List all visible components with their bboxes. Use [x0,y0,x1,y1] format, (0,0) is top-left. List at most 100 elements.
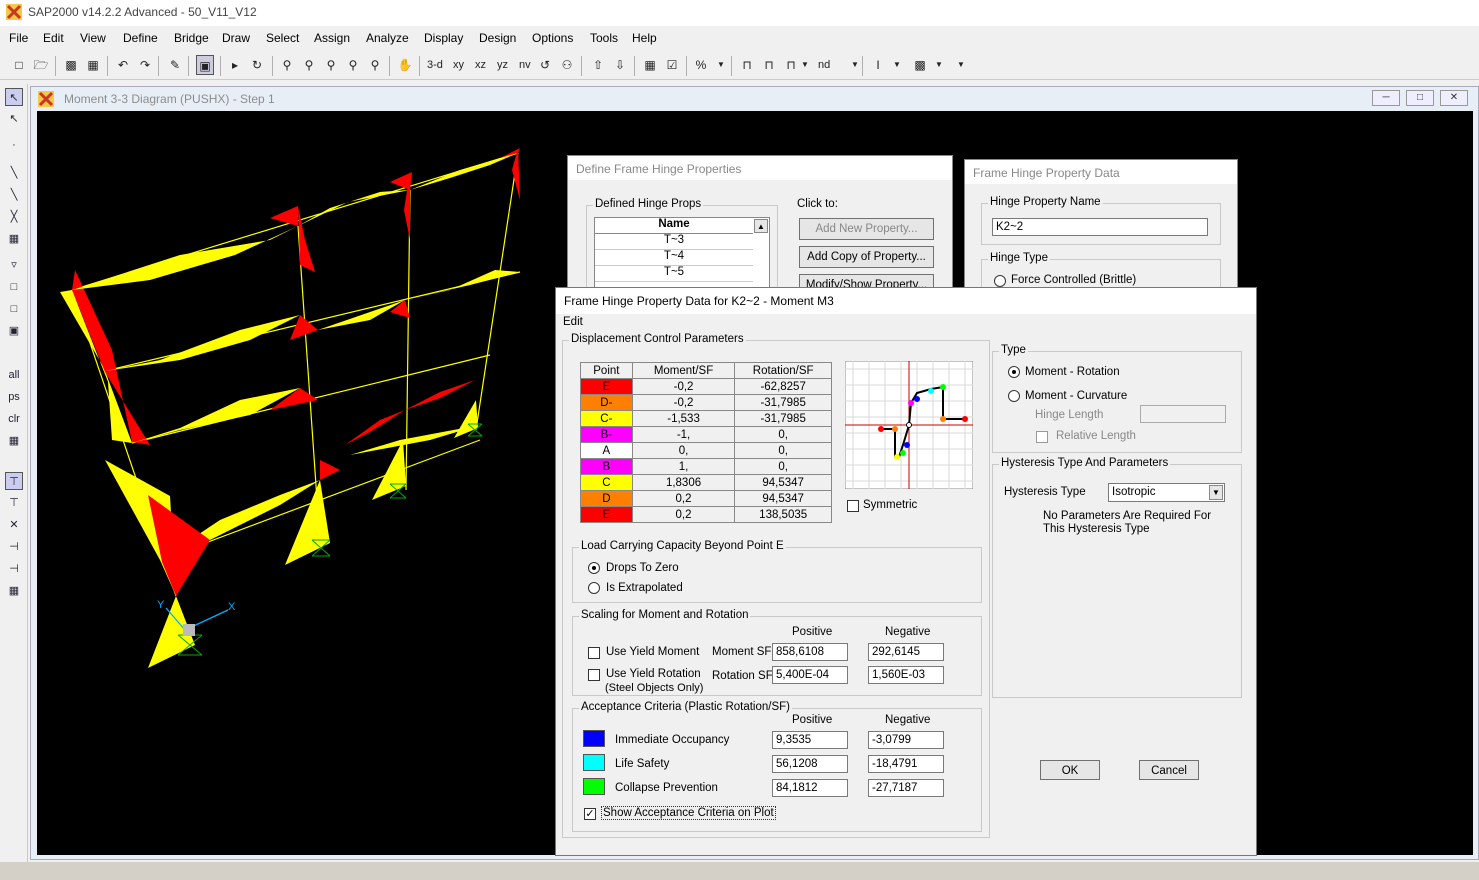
previous-select-icon[interactable]: ps [5,388,23,406]
rotation-cell[interactable]: -31,7985 [734,410,832,427]
rotation-cell[interactable]: 138,5035 [734,506,832,523]
points-table[interactable]: Point Moment/SF Rotation/SF E -0,2 -62,825… [580,362,832,523]
clear-select-icon[interactable]: clr [5,410,23,428]
table-row[interactable]: C- -1,533 -31,7985 [580,410,832,427]
draw-poly-area-icon[interactable]: ▿ [5,256,23,274]
undo-icon[interactable]: ↶ [114,55,132,75]
dropdown-icon[interactable]: ▼ [796,55,814,75]
moment-cell[interactable]: -0,2 [631,378,736,395]
list-item[interactable]: T~4 [595,250,753,266]
intersect-select-icon[interactable]: ▦ [5,432,23,450]
dropdown-icon[interactable]: ▼ [930,55,948,75]
relative-length-checkbox[interactable] [1036,431,1048,443]
moment-cell[interactable]: 1, [631,458,736,475]
moment-curvature-radio[interactable] [1008,390,1020,402]
pointer-icon[interactable]: ↖ [5,88,23,106]
move-down-icon[interactable]: ⇩ [611,55,629,75]
moment-rotation-radio[interactable] [1008,366,1020,378]
rotation-sf-positive-input[interactable]: 5,400E-04 [772,666,848,684]
moment-cell[interactable]: 0, [631,442,736,459]
minimize-icon[interactable]: ─ [1372,90,1400,106]
draw-solid-icon[interactable]: ▣ [5,322,23,340]
snap-joints-icon[interactable]: ⊤ [5,472,23,490]
view-nv-button[interactable]: nv [519,55,531,75]
lock-icon[interactable]: ▣ [196,55,214,75]
zoom-window-icon[interactable]: ⚲ [278,55,296,75]
view-nd-button[interactable]: nd [818,55,830,75]
view-3d-button[interactable]: 3-d [427,55,443,75]
table-row[interactable]: E -0,2 -62,8257 [580,378,832,395]
rotate-3d-icon[interactable]: ↻ [248,55,266,75]
table-row[interactable]: B- -1, 0, [580,426,832,443]
table-row[interactable]: A 0, 0, [580,442,832,459]
point-icon[interactable]: · [5,136,23,154]
menu-display[interactable]: Display [424,31,463,45]
show-acceptance-checkbox[interactable]: ✓ [584,808,596,820]
pan-icon[interactable]: ✋ [396,55,414,75]
percent-icon[interactable]: % [692,55,710,75]
pencil-icon[interactable]: ✎ [166,55,184,75]
chevron-down-icon[interactable]: ▼ [1209,485,1223,500]
dropdown-icon[interactable]: ▼ [712,55,730,75]
rotation-cell[interactable]: 94,5347 [734,490,832,507]
menu-edit[interactable]: Edit [43,31,64,45]
checkbox-icon[interactable]: ☑ [663,55,681,75]
immediate-occupancy-color-swatch[interactable] [583,730,605,747]
draw-rect-area-icon[interactable]: □ [5,278,23,296]
menu-select[interactable]: Select [266,31,299,45]
view-xy-button[interactable]: xy [453,55,464,75]
draw-line-icon[interactable]: ╲ [5,186,23,204]
display-options-icon[interactable]: ▩ [911,55,929,75]
immediate-occupancy-positive-input[interactable]: 9,3535 [772,731,848,749]
rotation-cell[interactable]: 94,5347 [734,474,832,491]
rotation-cell[interactable]: 0, [734,426,832,443]
rotate-view-icon[interactable]: ↺ [536,55,554,75]
new-file-icon[interactable]: □ [10,55,28,75]
rotation-cell[interactable]: -31,7985 [734,394,832,411]
list-item[interactable]: T~5 [595,266,753,282]
print-icon[interactable]: ▦ [84,55,102,75]
collapse-prevention-negative-input[interactable]: -27,7187 [868,779,944,797]
moment-cell[interactable]: 1,8306 [631,474,736,491]
snap-grid-icon[interactable]: ▦ [5,582,23,600]
immediate-occupancy-negative-input[interactable]: -3,0799 [868,731,944,749]
menu-define[interactable]: Define [123,31,158,45]
draw-grid-icon[interactable]: ▦ [5,230,23,248]
hysteresis-type-select[interactable]: Isotropic ▼ [1108,483,1225,502]
dropdown-icon[interactable]: ▼ [888,55,906,75]
moment-cell[interactable]: 0,2 [631,506,736,523]
menu-view[interactable]: View [80,31,106,45]
moment-cell[interactable]: -1, [631,426,736,443]
moment-cell[interactable]: -1,533 [631,410,736,427]
ok-button[interactable]: OK [1040,760,1100,780]
table-row[interactable]: E 0,2 138,5035 [580,506,832,523]
snap-perpendicular-icon[interactable]: ⊣ [5,538,23,556]
menu-help[interactable]: Help [632,31,657,45]
grid-select-icon[interactable]: ▦ [641,55,659,75]
scroll-up-icon[interactable]: ▲ [754,219,768,233]
close-icon[interactable]: ✕ [1440,90,1468,106]
moment-sf-negative-input[interactable]: 292,6145 [868,643,944,661]
reshape-icon[interactable]: ↖ [5,110,23,128]
draw-brace-icon[interactable]: ╳ [5,208,23,226]
rotation-cell[interactable]: 0, [734,442,832,459]
hinge-name-input[interactable]: K2~2 [992,218,1208,236]
use-yield-rotation-checkbox[interactable] [588,669,600,681]
moment-sf-positive-input[interactable]: 858,6108 [772,643,848,661]
menu-assign[interactable]: Assign [314,31,350,45]
table-row[interactable]: D- -0,2 -31,7985 [580,394,832,411]
menu-tools[interactable]: Tools [590,31,618,45]
menu-options[interactable]: Options [532,31,573,45]
select-all-icon[interactable]: all [5,366,23,384]
quick-area-icon[interactable]: □ [5,300,23,318]
snap-intersection-icon[interactable]: ✕ [5,516,23,534]
moment-cell[interactable]: 0,2 [631,490,736,507]
collapse-prevention-color-swatch[interactable] [583,778,605,795]
frame-icon[interactable]: ⊓ [738,55,756,75]
symmetric-checkbox[interactable] [847,500,859,512]
maximize-icon[interactable]: □ [1406,90,1434,106]
zoom-restore-icon[interactable]: ⚲ [300,55,318,75]
section-icon[interactable]: I [869,55,887,75]
snap-line-icon[interactable]: ⊣ [5,560,23,578]
menu-file[interactable]: File [9,31,28,45]
